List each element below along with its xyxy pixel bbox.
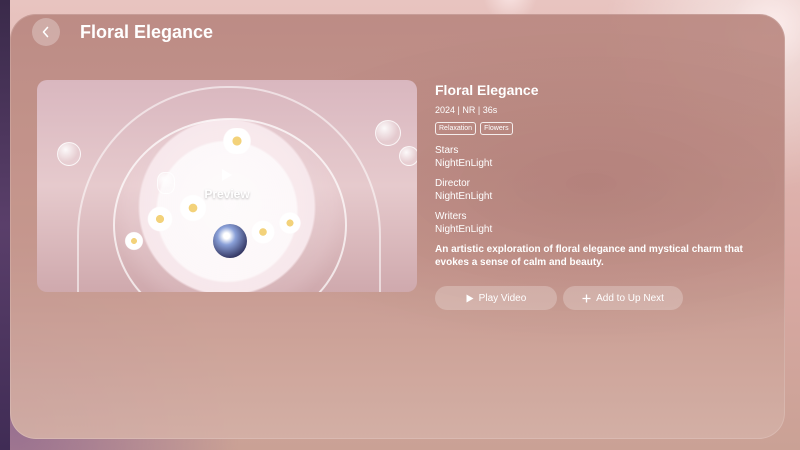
background-sidebar-edge — [0, 0, 10, 450]
page-title: Floral Elegance — [80, 22, 214, 42]
play-icon — [222, 169, 232, 181]
preview-card[interactable]: Preview — [37, 80, 417, 292]
play-icon — [466, 294, 474, 302]
genre-tag: Relaxation — [435, 122, 477, 135]
director-label: Director — [435, 178, 471, 189]
video-info: Floral Elegance 2024 | NR | 36s Relaxati… — [435, 82, 765, 269]
preview-artwork-flower — [249, 218, 277, 246]
preview-artwork-flower — [123, 230, 145, 252]
video-description: An artistic exploration of floral elegan… — [435, 244, 743, 268]
preview-artwork-bubble — [57, 142, 81, 166]
preview-artwork-flower — [277, 210, 303, 236]
genre-tags: Relaxation Flowers — [435, 122, 765, 135]
plus-icon — [582, 294, 591, 302]
preview-overlay: Preview — [187, 168, 267, 203]
stars-value: NightEnLight — [435, 158, 493, 169]
director-value: NightEnLight — [435, 191, 493, 202]
chevron-left-icon — [42, 26, 49, 38]
play-video-button[interactable]: Play Video — [435, 286, 557, 310]
play-video-label: Play Video — [478, 292, 527, 304]
add-to-up-next-label: Add to Up Next — [596, 292, 664, 304]
writers-value: NightEnLight — [435, 224, 493, 235]
action-buttons: Play Video Add to Up Next — [435, 286, 683, 310]
add-to-up-next-button[interactable]: Add to Up Next — [563, 286, 683, 310]
video-meta: 2024 | NR | 36s — [435, 105, 498, 115]
detail-panel: Floral Elegance Preview Floral Elegance … — [10, 14, 785, 439]
writers-label: Writers — [435, 211, 467, 222]
video-title: Floral Elegance — [435, 82, 539, 98]
preview-artwork-flower — [217, 128, 257, 154]
back-button[interactable] — [32, 18, 60, 46]
preview-artwork-bubble — [157, 172, 175, 194]
preview-artwork-bubble — [375, 120, 401, 146]
genre-tag: Flowers — [480, 122, 513, 135]
preview-label: Preview — [204, 187, 250, 201]
stars-label: Stars — [435, 145, 459, 156]
preview-artwork-bubble — [399, 146, 417, 166]
preview-artwork-orb — [213, 224, 247, 258]
preview-artwork-flower — [145, 204, 175, 234]
